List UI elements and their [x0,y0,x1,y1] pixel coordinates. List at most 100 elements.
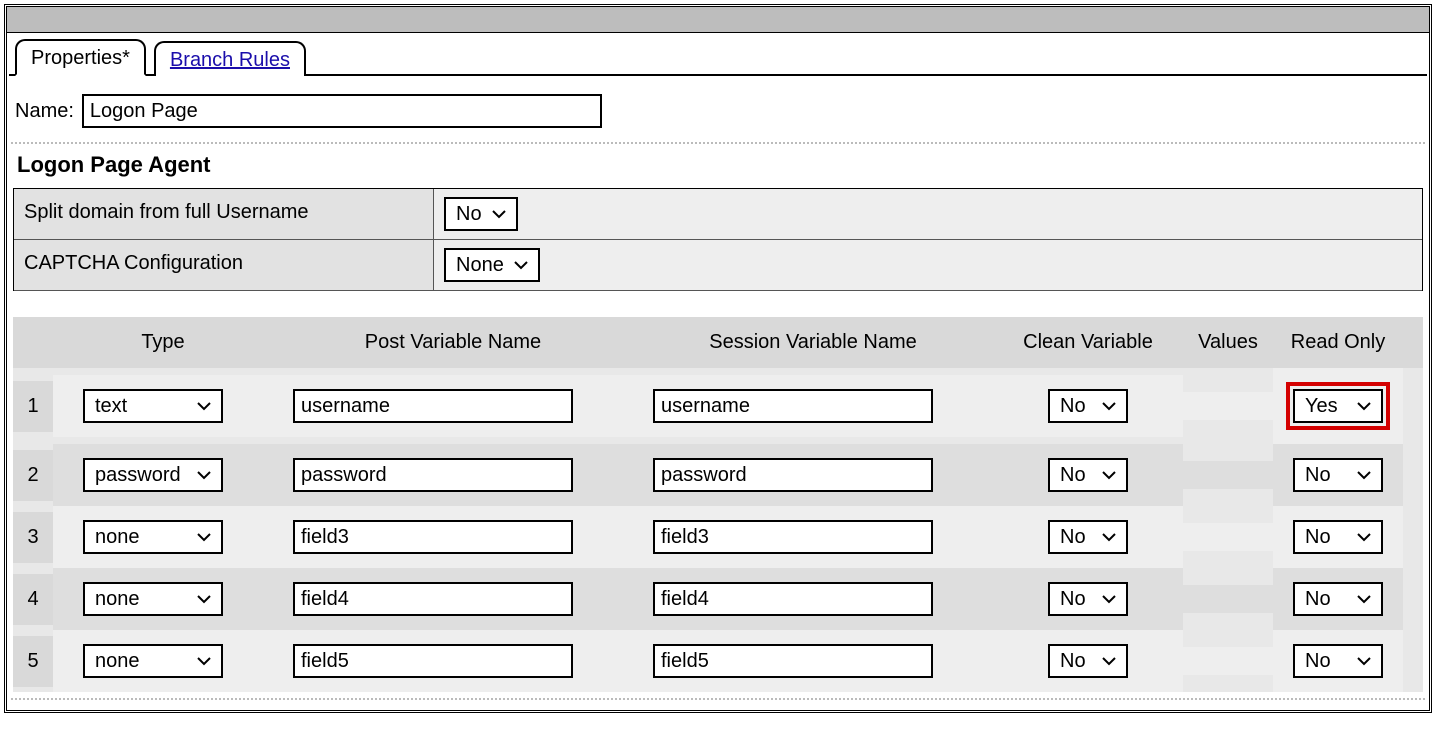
session-variable-input[interactable] [653,582,933,616]
select-value: Yes [1305,395,1338,418]
type-select[interactable]: password [83,458,223,492]
chevron-down-icon [197,471,211,480]
session-variable-input[interactable] [653,458,933,492]
col-idx [13,329,53,357]
select-value: No [1060,650,1086,673]
split-domain-select[interactable]: No [444,197,518,231]
select-value: none [95,526,140,549]
select-value: None [456,254,504,277]
select-value: none [95,650,140,673]
type-select[interactable]: none [83,520,223,554]
titlebar [7,7,1429,33]
select-value: No [1305,650,1331,673]
select-value: password [95,464,181,487]
chevron-down-icon [197,657,211,666]
clean-variable-select[interactable]: No [1048,644,1128,678]
select-value: No [1060,588,1086,611]
chevron-down-icon [1357,533,1371,542]
readonly-select[interactable]: No [1293,458,1383,492]
values-cell [1183,392,1273,420]
tab-properties[interactable]: Properties* [15,39,146,76]
select-value: text [95,395,127,418]
col-type: Type [53,317,273,368]
split-domain-label: Split domain from full Username [14,189,434,239]
chevron-down-icon [1102,402,1116,411]
captcha-select[interactable]: None [444,248,540,282]
table-row: 2 password No No [13,444,1423,506]
select-value: No [1060,464,1086,487]
post-variable-input[interactable] [293,389,573,423]
select-value: No [1305,464,1331,487]
row-index: 4 [13,574,53,625]
col-post: Post Variable Name [273,317,633,368]
row-index: 3 [13,512,53,563]
fields-table: Type Post Variable Name Session Variable… [13,317,1423,692]
readonly-select[interactable]: No [1293,520,1383,554]
chevron-down-icon [1357,595,1371,604]
values-cell [1183,523,1273,551]
chevron-down-icon [492,210,506,219]
section-title: Logon Page Agent [9,144,1427,188]
table-row: 1 text No Yes [13,368,1423,444]
chevron-down-icon [197,595,211,604]
name-label: Name: [15,100,74,123]
values-cell [1183,585,1273,613]
clean-variable-select[interactable]: No [1048,458,1128,492]
clean-variable-select[interactable]: No [1048,389,1128,423]
col-readonly: Read Only [1273,317,1403,368]
tab-label: Properties* [31,47,130,69]
chevron-down-icon [1102,471,1116,480]
post-variable-input[interactable] [293,520,573,554]
post-variable-input[interactable] [293,458,573,492]
name-row: Name: [9,76,1427,142]
chevron-down-icon [1102,595,1116,604]
row-index: 1 [13,381,53,432]
post-variable-input[interactable] [293,582,573,616]
col-clean: Clean Variable [993,317,1183,368]
chevron-down-icon [1357,471,1371,480]
table-row: 3 none No No [13,506,1423,568]
settings-grid: Split domain from full Username No CAPTC… [13,188,1423,291]
clean-variable-select[interactable]: No [1048,582,1128,616]
chevron-down-icon [197,533,211,542]
table-header-row: Type Post Variable Name Session Variable… [13,317,1423,368]
tab-branch-rules[interactable]: Branch Rules [154,41,306,76]
window-frame: Properties* Branch Rules Name: Logon Pag… [4,4,1432,713]
select-value: No [1305,526,1331,549]
readonly-highlight: Yes [1286,382,1390,430]
chevron-down-icon [1102,657,1116,666]
select-value: none [95,588,140,611]
table-row: 4 none No No [13,568,1423,630]
table-row: 5 none No No [13,630,1423,692]
col-session: Session Variable Name [633,317,993,368]
session-variable-input[interactable] [653,644,933,678]
captcha-label: CAPTCHA Configuration [14,240,434,290]
select-value: No [1060,526,1086,549]
session-variable-input[interactable] [653,520,933,554]
chevron-down-icon [197,402,211,411]
type-select[interactable]: none [83,582,223,616]
select-value: No [1060,395,1086,418]
type-select[interactable]: none [83,644,223,678]
chevron-down-icon [1102,533,1116,542]
select-value: No [1305,588,1331,611]
readonly-select[interactable]: No [1293,582,1383,616]
session-variable-input[interactable] [653,389,933,423]
col-values: Values [1183,317,1273,368]
chevron-down-icon [1357,657,1371,666]
type-select[interactable]: text [83,389,223,423]
readonly-select[interactable]: No [1293,644,1383,678]
post-variable-input[interactable] [293,644,573,678]
readonly-select[interactable]: Yes [1293,389,1383,423]
row-index: 2 [13,450,53,501]
select-value: No [456,203,482,226]
tab-label: Branch Rules [170,49,290,71]
clean-variable-select[interactable]: No [1048,520,1128,554]
chevron-down-icon [1357,402,1371,411]
divider [11,698,1425,700]
name-input[interactable] [82,94,602,128]
row-index: 5 [13,636,53,687]
tab-strip: Properties* Branch Rules [9,37,1427,76]
chevron-down-icon [514,261,528,270]
values-cell [1183,647,1273,675]
